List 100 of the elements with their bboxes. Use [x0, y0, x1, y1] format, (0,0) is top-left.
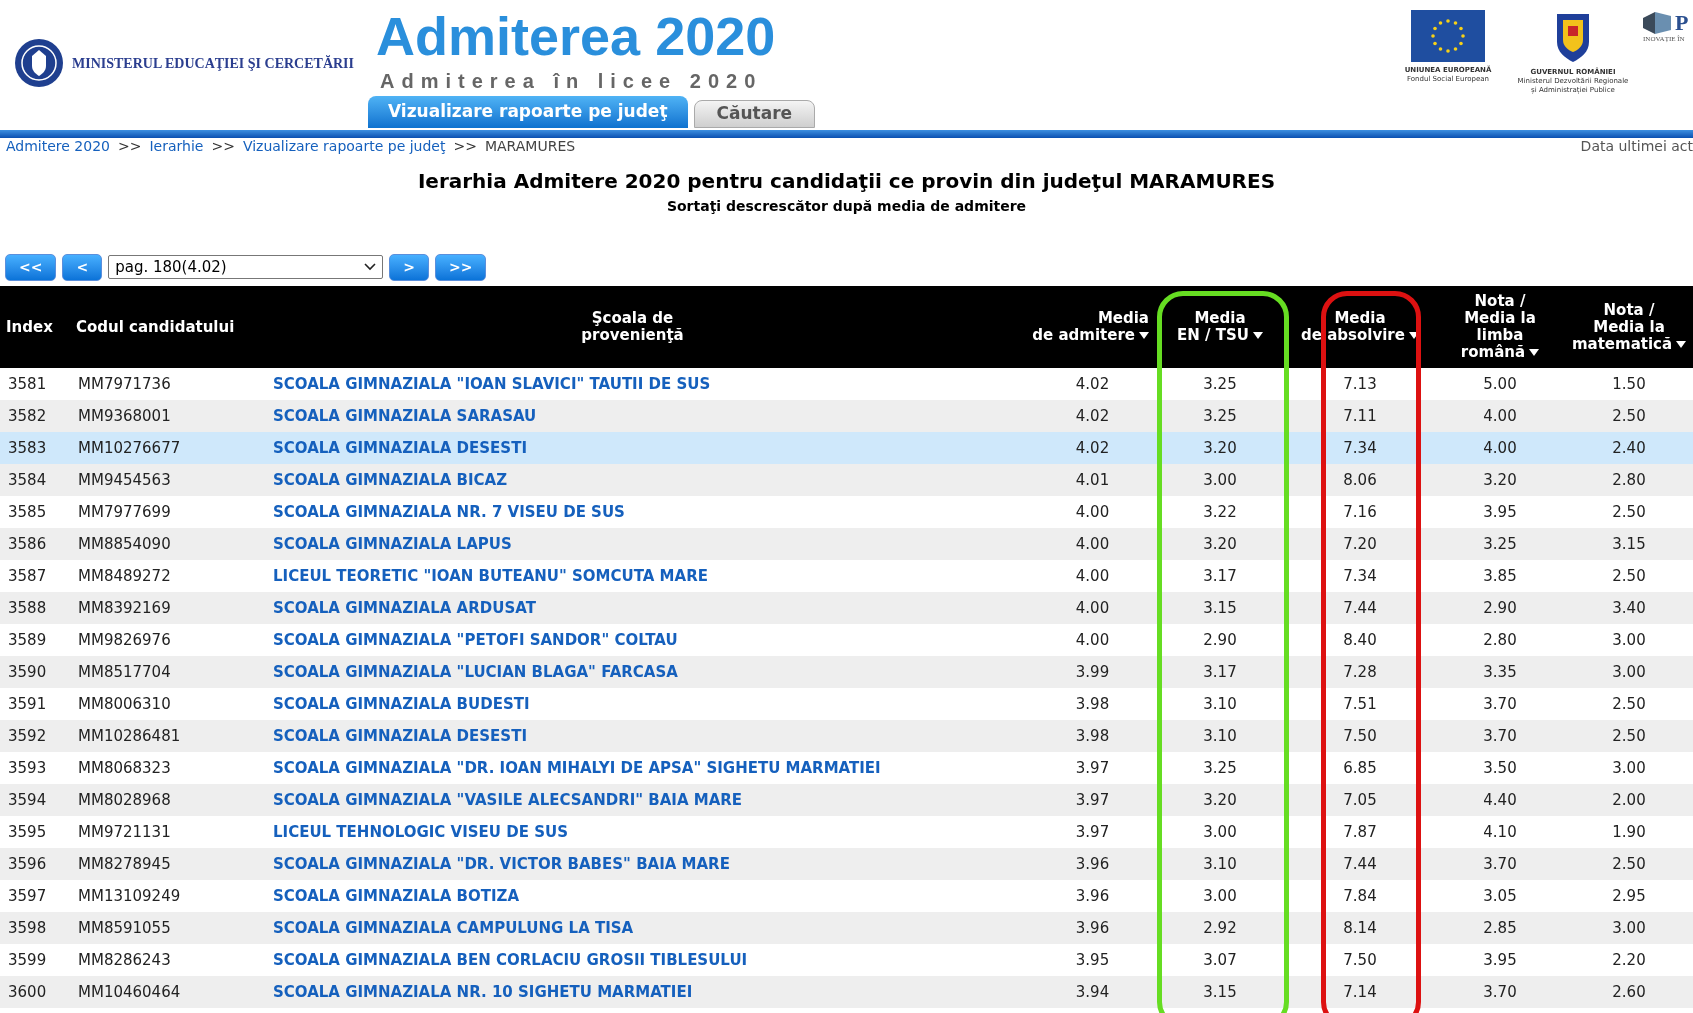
- column-header[interactable]: Media de absolvire: [1301, 310, 1419, 344]
- school-link[interactable]: SCOALA GIMNAZIALA "LUCIAN BLAGA" FARCASA: [273, 660, 678, 684]
- school-link[interactable]: SCOALA GIMNAZIALA "DR. IOAN MIHALYI DE APSA" SIGHETU MARMATIEI: [273, 756, 881, 780]
- table-cell-text: MM13109249: [78, 885, 181, 907]
- nav-tab[interactable]: Vizualizare rapoarte pe judeţ: [368, 96, 688, 128]
- table-row[interactable]: 3598 MM8591055 SCOALA GIMNAZIALA CAMPULUNG LA TISA 3.96 2.92 8.14 2.85 3.00: [0, 912, 1693, 944]
- table-cell-text: 3.25: [1203, 405, 1237, 427]
- table-cell-text: 3590: [8, 661, 47, 683]
- table-cell-text: 3599: [8, 949, 47, 971]
- table-cell-text: 3.20: [1483, 469, 1517, 491]
- table-cell-text: 8.06: [1343, 469, 1377, 491]
- table-cell-text: 7.44: [1343, 597, 1377, 619]
- breadcrumb-link[interactable]: Admitere 2020: [6, 138, 110, 154]
- table-cell-text: MM8068323: [78, 757, 171, 779]
- last-update-label: Data ultimei act: [1580, 138, 1693, 154]
- school-link[interactable]: LICEUL TEHNOLOGIC VISEU DE SUS: [273, 820, 568, 844]
- table-cell-text: 3.25: [1203, 757, 1237, 779]
- table-cell-text: 3582: [8, 405, 47, 427]
- table-cell-text: MM8489272: [78, 565, 171, 587]
- school-link[interactable]: SCOALA GIMNAZIALA NR. 7 VISEU DE SUS: [273, 500, 625, 524]
- school-link[interactable]: SCOALA GIMNAZIALA BUDESTI: [273, 692, 530, 716]
- table-cell-text: 4.00: [1483, 405, 1517, 427]
- table-cell-text: 2.90: [1203, 629, 1237, 651]
- table-cell-text: 3.97: [1075, 789, 1110, 811]
- table-row[interactable]: 3583 MM10276677 SCOALA GIMNAZIALA DESESTI 4.02 3.20 7.34 4.00 2.40: [0, 432, 1693, 464]
- table-cell-text: 7.28: [1343, 661, 1377, 683]
- table-cell-text: 3.00: [1203, 885, 1237, 907]
- table-cell-text: 3583: [8, 437, 47, 459]
- school-link[interactable]: SCOALA GIMNAZIALA ARDUSAT: [273, 596, 536, 620]
- sort-arrow-icon[interactable]: [1676, 340, 1687, 348]
- table-row[interactable]: 3582 MM9368001 SCOALA GIMNAZIALA SARASAU 4.02 3.25 7.11 4.00 2.50: [0, 400, 1693, 432]
- school-link[interactable]: SCOALA GIMNAZIALA "DR. VICTOR BABES" BAIA MARE: [273, 852, 730, 876]
- table-cell-text: 3.00: [1612, 661, 1646, 683]
- table-row[interactable]: 3596 MM8278945 SCOALA GIMNAZIALA "DR. VICTOR BABES" BAIA MARE 3.96 3.10 7.44 3.70 2.50: [0, 848, 1693, 880]
- table-cell-text: 3585: [8, 501, 47, 523]
- school-link[interactable]: SCOALA GIMNAZIALA "IOAN SLAVICI" TAUTII DE SUS: [273, 372, 711, 396]
- table-cell-text: 3.22: [1203, 501, 1237, 523]
- table-cell-text: MM8591055: [78, 917, 171, 939]
- table-cell-text: 4.40: [1483, 789, 1517, 811]
- table-cell-text: 1.50: [1612, 373, 1646, 395]
- table-cell-text: 3.10: [1203, 853, 1237, 875]
- table-row[interactable]: 3586 MM8854090 SCOALA GIMNAZIALA LAPUS 4.00 3.20 7.20 3.25 3.15: [0, 528, 1693, 560]
- table-cell-text: 3588: [8, 597, 47, 619]
- table-cell-text: 3.96: [1075, 853, 1110, 875]
- school-link[interactable]: SCOALA GIMNAZIALA NR. 10 SIGHETU MARMATIEI: [273, 980, 693, 1004]
- table-cell-text: 3.70: [1483, 725, 1517, 747]
- table-cell-text: 3.95: [1483, 949, 1517, 971]
- school-link[interactable]: SCOALA GIMNAZIALA DESESTI: [273, 724, 527, 748]
- sort-arrow-icon[interactable]: [1529, 349, 1540, 356]
- school-link[interactable]: SCOALA GIMNAZIALA CAMPULUNG LA TISA: [273, 916, 634, 940]
- school-link[interactable]: SCOALA GIMNAZIALA SARASAU: [273, 404, 537, 428]
- previous-page-button[interactable]: <: [62, 253, 103, 281]
- first-page-button[interactable]: <<: [5, 253, 57, 281]
- school-link[interactable]: SCOALA GIMNAZIALA DESESTI: [273, 436, 527, 460]
- table-cell-text: 3.70: [1483, 693, 1517, 715]
- page-select[interactable]: pag. 180(4.02): [108, 255, 384, 279]
- column-header[interactable]: Media de admitere: [1032, 310, 1149, 344]
- school-link[interactable]: SCOALA GIMNAZIALA BOTIZA: [273, 884, 520, 908]
- table-row[interactable]: 3590 MM8517704 SCOALA GIMNAZIALA "LUCIAN BLAGA" FARCASA 3.99 3.17 7.28 3.35 3.00: [0, 656, 1693, 688]
- school-link[interactable]: SCOALA GIMNAZIALA LAPUS: [273, 532, 512, 556]
- table-cell-text: 3584: [8, 469, 47, 491]
- breadcrumb-link[interactable]: Vizualizare rapoarte pe judeţ: [242, 138, 446, 154]
- table-row[interactable]: 3594 MM8028968 SCOALA GIMNAZIALA "VASILE ALECSANDRI" BAIA MARE 3.97 3.20 7.05 4.40 2.00: [0, 784, 1693, 816]
- table-cell-text: 3.96: [1075, 917, 1110, 939]
- sort-arrow-icon[interactable]: [1408, 332, 1419, 339]
- last-page-button[interactable]: >>: [434, 253, 487, 281]
- table-cell-text: 8.14: [1343, 917, 1377, 939]
- table-cell-text: 3.00: [1203, 469, 1237, 491]
- table-cell-text: 6.85: [1343, 757, 1377, 779]
- column-header[interactable]: Nota / Media la matematică: [1571, 301, 1687, 353]
- school-link[interactable]: SCOALA GIMNAZIALA BICAZ: [273, 468, 508, 492]
- column-header[interactable]: Media EN / TSU: [1177, 310, 1263, 344]
- table-cell-text: 3.10: [1203, 693, 1237, 715]
- table-cell-text: 7.84: [1343, 885, 1377, 907]
- ministry-seal-icon: [14, 38, 64, 88]
- school-link[interactable]: SCOALA GIMNAZIALA BEN CORLACIU GROSII TIBLESULUI: [273, 948, 748, 972]
- table-cell-text: 4.02: [1075, 373, 1110, 395]
- column-header[interactable]: Nota / Media la limba română: [1460, 293, 1540, 361]
- school-link[interactable]: SCOALA GIMNAZIALA "PETOFI SANDOR" COLTAU: [273, 628, 678, 652]
- table-cell-text: 2.40: [1612, 437, 1646, 459]
- table-row[interactable]: 3600 MM10460464 SCOALA GIMNAZIALA NR. 10 SIGHETU MARMATIEI 3.94 3.15 7.14 3.70 2.60: [0, 976, 1693, 1008]
- table-cell-text: 7.20: [1343, 533, 1377, 555]
- next-page-button[interactable]: >: [389, 253, 429, 281]
- table-row[interactable]: 3584 MM9454563 SCOALA GIMNAZIALA BICAZ 4.01 3.00 8.06 3.20 2.80: [0, 464, 1693, 496]
- column-header: Şcoala de provenienţă: [581, 310, 684, 344]
- table-cell-text: 2.50: [1612, 565, 1646, 587]
- school-link[interactable]: LICEUL TEORETIC "IOAN BUTEANU" SOMCUTA MARE: [273, 564, 708, 588]
- table-cell-text: 3.98: [1075, 725, 1110, 747]
- table-cell-text: 3.00: [1612, 629, 1646, 651]
- breadcrumb-link[interactable]: Ierarhie: [149, 138, 204, 154]
- nav-tab[interactable]: Căutare: [693, 100, 816, 128]
- table-cell-text: 3596: [8, 853, 47, 875]
- school-link[interactable]: SCOALA GIMNAZIALA "VASILE ALECSANDRI" BAIA MARE: [273, 788, 743, 812]
- table-row[interactable]: 3592 MM10286481 SCOALA GIMNAZIALA DESESTI 3.98 3.10 7.50 3.70 2.50: [0, 720, 1693, 752]
- sort-arrow-icon[interactable]: [1252, 332, 1263, 339]
- table-cell-text: 7.13: [1343, 373, 1377, 395]
- sort-arrow-icon[interactable]: [1139, 332, 1149, 339]
- table-cell-text: 3.15: [1203, 981, 1237, 1003]
- table-cell-text: 3.85: [1483, 565, 1517, 587]
- table-row[interactable]: 3588 MM8392169 SCOALA GIMNAZIALA ARDUSAT 4.00 3.15 7.44 2.90 3.40: [0, 592, 1693, 624]
